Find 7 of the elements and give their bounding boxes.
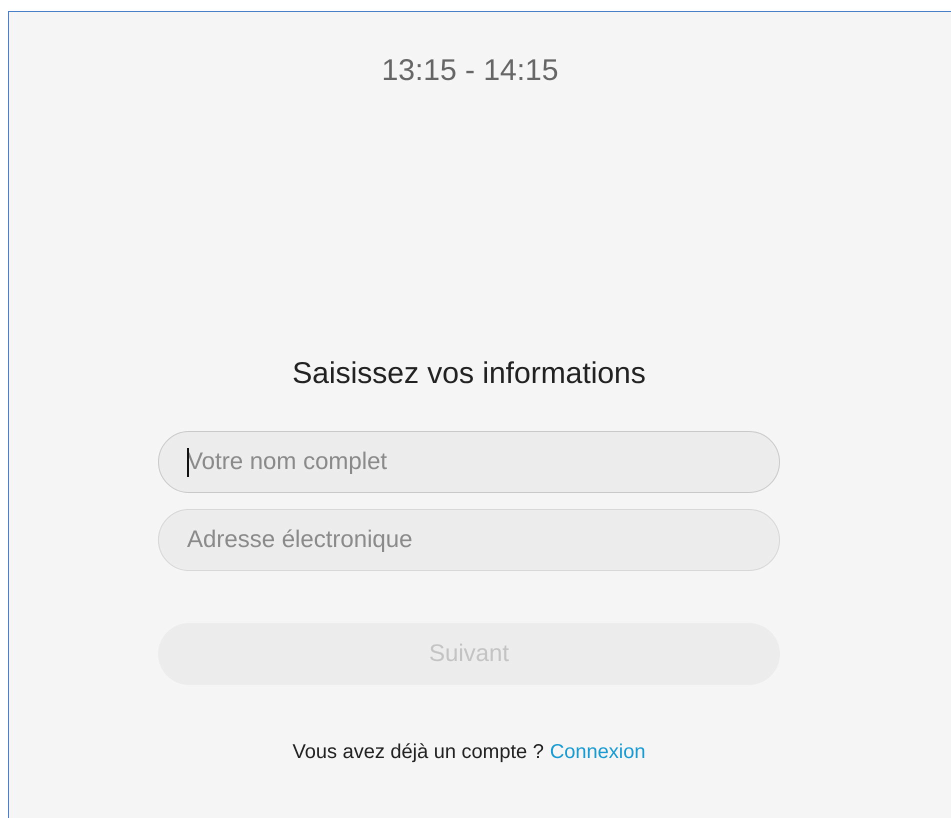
account-prompt: Vous avez déjà un compte ?	[292, 741, 544, 764]
time-range: 13:15 - 14:15	[380, 54, 560, 88]
login-link[interactable]: Connexion	[550, 741, 646, 764]
text-cursor	[187, 448, 189, 477]
form-heading: Saisissez vos informations	[291, 357, 647, 391]
input-field[interactable]: Adresse électronique	[158, 509, 780, 571]
input-field[interactable]: Votre nom complet	[158, 431, 780, 493]
